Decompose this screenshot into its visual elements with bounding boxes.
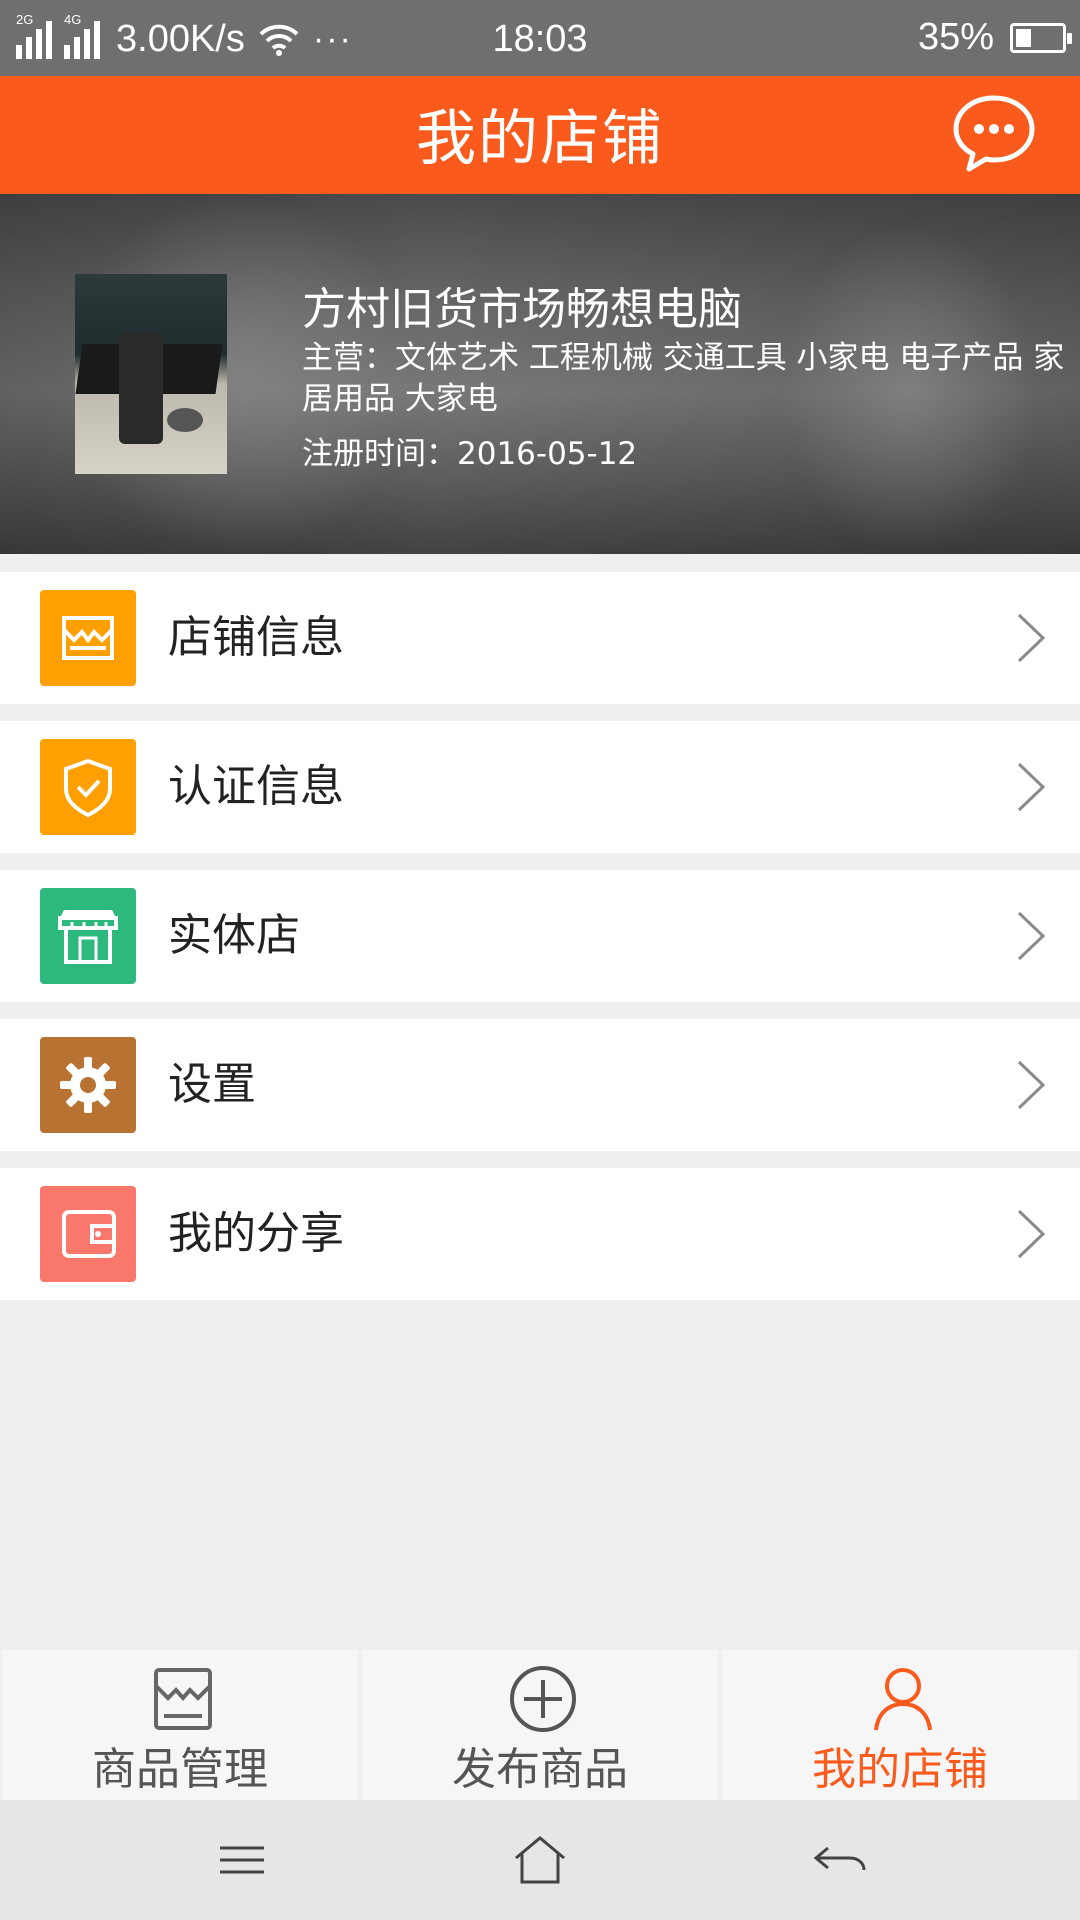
menu-label: 认证信息 (168, 761, 344, 812)
tab-product-management[interactable]: 商品管理 (2, 1650, 358, 1800)
plus-circle-icon (510, 1666, 576, 1732)
shop-profile-banner: 方村旧货市场畅想电脑 主营：文体艺术 工程机械 交通工具 小家电 电子产品 家居… (0, 194, 1080, 554)
chat-bubble-icon[interactable] (952, 92, 1036, 176)
chevron-right-icon (1017, 762, 1046, 812)
shield-check-icon (40, 739, 136, 835)
main-business: 主营：文体艺术 工程机械 交通工具 小家电 电子产品 家居用品 大家电 (302, 340, 1065, 417)
gear-icon (40, 1037, 136, 1133)
menu-label: 我的分享 (168, 1208, 344, 1259)
menu-list: 店铺信息 认证信息 实体店 设置 我的分享 (0, 572, 1080, 1317)
menu-item-physical-store[interactable]: 实体店 (0, 870, 1080, 1002)
menu-item-certification[interactable]: 认证信息 (0, 721, 1080, 853)
app-header: 我的店铺 (0, 76, 1080, 194)
tab-label: 商品管理 (92, 1744, 268, 1795)
status-bar: 2G 4G 3.00K/s ··· 18:03 35% (0, 0, 1080, 76)
home-icon[interactable] (510, 1832, 570, 1888)
shop-avatar[interactable] (75, 274, 227, 474)
menu-item-my-share[interactable]: 我的分享 (0, 1168, 1080, 1300)
chevron-right-icon (1017, 1209, 1046, 1259)
system-nav-bar (0, 1800, 1080, 1920)
battery-percent: 35% (917, 16, 994, 58)
register-time: 注册时间：2016-05-12 (302, 436, 638, 472)
tab-label: 发布商品 (452, 1744, 628, 1795)
shop-info-icon (40, 590, 136, 686)
chevron-right-icon (1017, 1060, 1046, 1110)
battery-level (1016, 28, 1031, 47)
tab-my-shop[interactable]: 我的店铺 (722, 1650, 1078, 1800)
tab-label: 我的店铺 (812, 1744, 988, 1795)
shop-name: 方村旧货市场畅想电脑 (302, 284, 742, 335)
bottom-tab-bar: 商品管理 发布商品 我的店铺 (0, 1650, 1080, 1800)
back-arrow-icon[interactable] (810, 1832, 870, 1888)
menu-item-shop-info[interactable]: 店铺信息 (0, 572, 1080, 704)
page-title: 我的店铺 (416, 104, 664, 174)
wallet-icon (40, 1186, 136, 1282)
menu-lines-icon[interactable] (212, 1832, 272, 1888)
chevron-right-icon (1017, 613, 1046, 663)
person-icon (874, 1668, 932, 1731)
battery-icon (1010, 22, 1072, 53)
menu-label: 店铺信息 (168, 612, 344, 663)
chevron-right-icon (1017, 911, 1046, 961)
menu-label: 实体店 (168, 910, 300, 961)
tab-publish-product[interactable]: 发布商品 (362, 1650, 718, 1800)
shop-bag-icon (154, 1668, 212, 1730)
storefront-icon (40, 888, 136, 984)
menu-label: 设置 (168, 1059, 256, 1110)
status-right: 35% (917, 16, 1072, 59)
menu-item-settings[interactable]: 设置 (0, 1019, 1080, 1151)
